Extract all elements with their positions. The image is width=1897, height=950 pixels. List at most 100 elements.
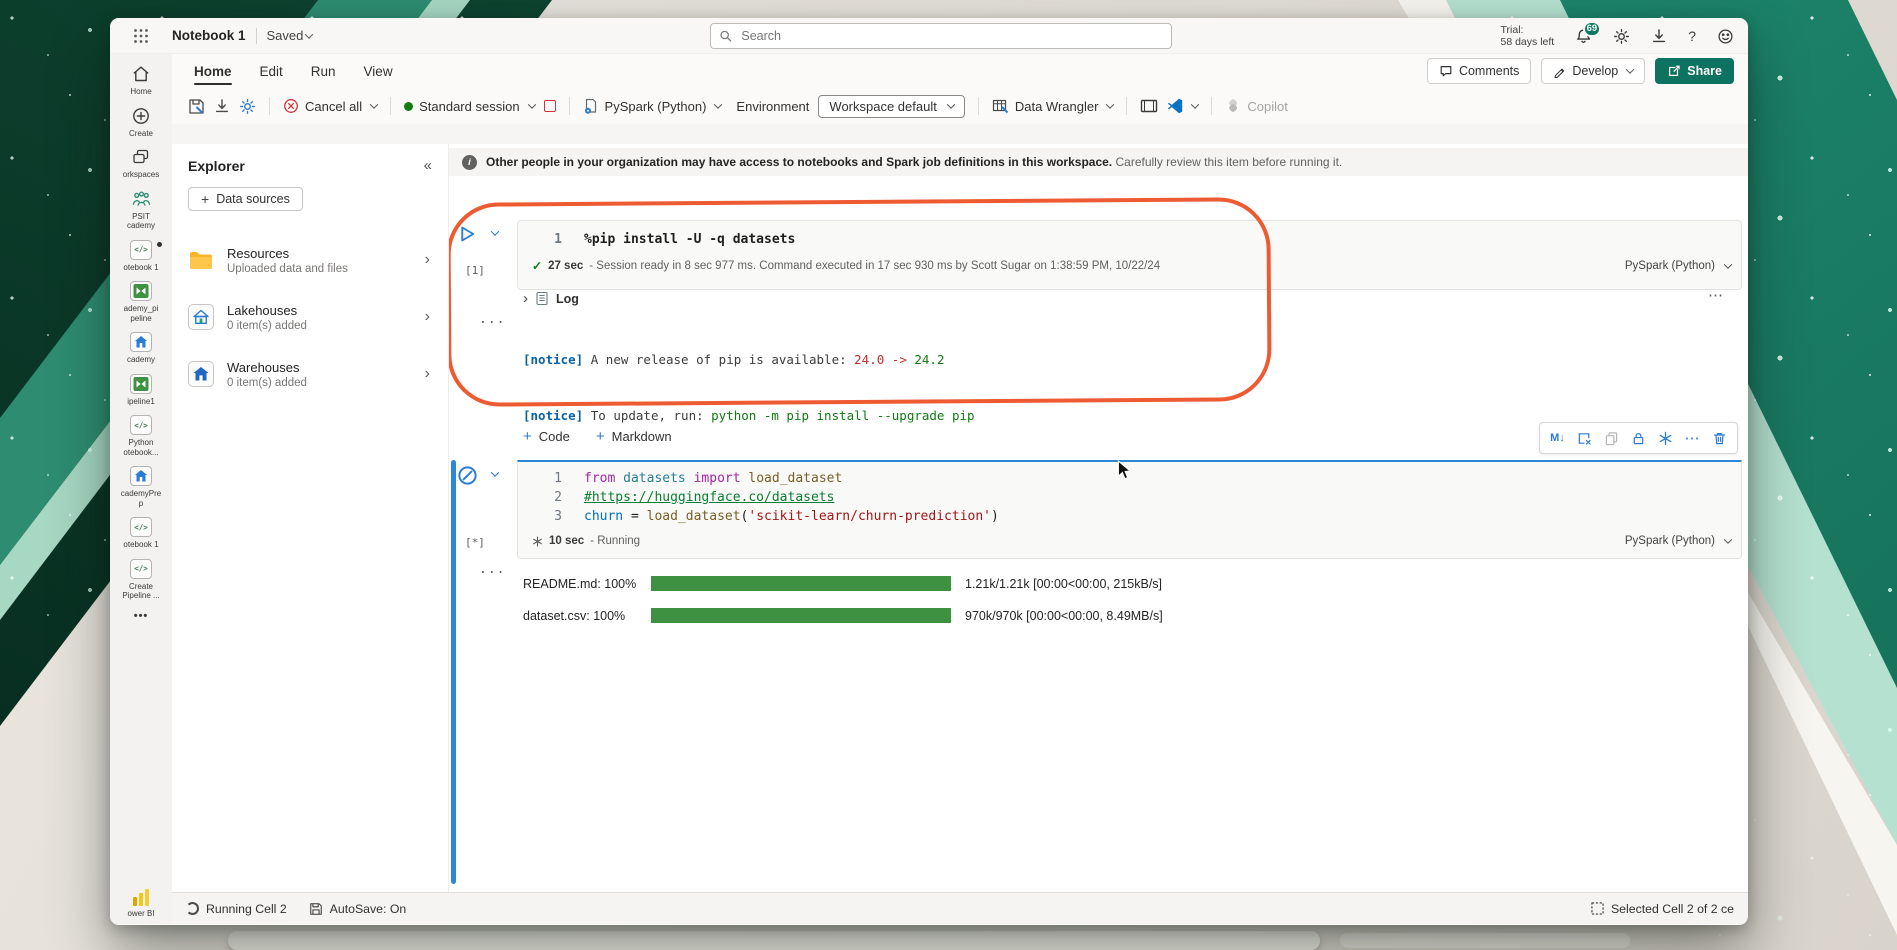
search-input[interactable] — [739, 28, 1163, 44]
clear-outputs-button[interactable] — [1571, 425, 1598, 451]
notebook-settings-button[interactable] — [239, 98, 256, 115]
comments-button[interactable]: Comments — [1427, 58, 1531, 84]
rail-item-psit-academy[interactable]: PSIT cademy — [110, 189, 172, 231]
gutter-more-button[interactable]: ... — [479, 312, 505, 327]
rail-item-academy-lakehouse[interactable]: cademy — [110, 332, 172, 365]
run-cell-button[interactable] — [457, 224, 477, 244]
success-check-icon: ✓ — [532, 259, 542, 273]
environment-label[interactable]: Environment — [736, 99, 809, 114]
copilot-button[interactable]: Copilot — [1225, 98, 1287, 114]
help-button[interactable]: ? — [1688, 28, 1696, 44]
trial-info: Trial: 58 days left — [1501, 24, 1555, 48]
cell-collapse-chevron[interactable] — [491, 468, 499, 476]
freeze-snowflake-icon — [1658, 431, 1673, 446]
chevron-right-icon[interactable]: › — [425, 365, 430, 383]
cancel-all-button[interactable]: Cancel all — [283, 98, 377, 114]
rail-item-academy-pipeline[interactable]: ademy_pi peline — [110, 281, 172, 323]
cell1-code: %pip install -U -q datasets — [584, 230, 795, 249]
rail-item-power-bi[interactable]: ower BI — [110, 889, 172, 919]
chevron-down-icon — [370, 100, 378, 108]
workspace-dropdown[interactable]: Workspace default — [818, 95, 964, 118]
save-notebook-button[interactable] — [188, 98, 205, 115]
waffle-menu[interactable] — [110, 28, 172, 44]
export-button[interactable] — [214, 98, 230, 114]
rail-item-pipeline1[interactable]: ipeline1 — [110, 374, 172, 407]
convert-to-markdown-button[interactable]: M↓ — [1544, 425, 1571, 451]
lock-cell-button[interactable] — [1625, 425, 1652, 451]
toolbar-gap — [172, 124, 1748, 144]
rail-more-button[interactable]: ••• — [110, 610, 172, 622]
cell-collapse-chevron[interactable] — [491, 227, 499, 235]
notebook-icon: </> — [130, 415, 152, 435]
freeze-cell-button[interactable] — [1652, 425, 1679, 451]
cell-more-button[interactable]: ⋯ — [1679, 425, 1706, 451]
title-divider — [256, 28, 257, 44]
rail-item-workspaces[interactable]: orkspaces — [110, 147, 172, 180]
stop-session-button[interactable] — [544, 100, 556, 112]
autosave-status[interactable]: AutoSave: On — [309, 902, 407, 916]
add-code-button[interactable]: + Code — [523, 428, 570, 445]
tab-home[interactable]: Home — [194, 54, 232, 88]
add-markdown-button[interactable]: + Markdown — [596, 428, 672, 445]
notebook-icon: </> — [130, 517, 152, 537]
chevron-right-icon: › — [523, 290, 528, 307]
search-box[interactable] — [710, 23, 1172, 49]
feedback-icon[interactable] — [1717, 28, 1734, 45]
rail-item-python-notebook[interactable]: </> Python otebook... — [110, 415, 172, 457]
rail-item-academyprep-lakehouse[interactable]: cademyPre p — [110, 466, 172, 508]
collapse-panel-icon[interactable]: « — [424, 157, 432, 174]
plus-icon: + — [523, 428, 532, 445]
pencil-icon — [1553, 65, 1566, 78]
tab-edit[interactable]: Edit — [260, 54, 283, 88]
home-icon — [131, 64, 151, 84]
waffle-icon — [133, 28, 149, 44]
status-bar: Running Cell 2 AutoSave: On Selected Cel… — [172, 892, 1748, 924]
warehouse-icon — [188, 361, 214, 387]
download-icon[interactable] — [1651, 28, 1667, 44]
share-icon — [1667, 64, 1681, 78]
cell2-code-line2: #https://huggingface.co/datasets — [584, 488, 834, 507]
session-status-dropdown[interactable]: Standard session — [404, 99, 534, 114]
gutter-more-button[interactable]: ... — [479, 562, 505, 577]
log-toggle[interactable]: › Log — [523, 290, 579, 307]
copy-cell-button[interactable] — [1598, 425, 1625, 451]
rail-item-notebook-1[interactable]: </> otebook 1 — [110, 240, 172, 273]
add-data-sources-button[interactable]: + Data sources — [188, 187, 303, 211]
rail-item-create[interactable]: Create — [110, 106, 172, 139]
share-button[interactable]: Share — [1655, 58, 1734, 84]
vscode-button[interactable] — [1167, 98, 1198, 114]
rail-item-notebook-1b[interactable]: </> otebook 1 — [110, 517, 172, 550]
chevron-down-icon — [1724, 535, 1732, 543]
divider — [1126, 97, 1127, 115]
explorer-item-lakehouses[interactable]: Lakehouses 0 item(s) added › — [188, 292, 432, 342]
chevron-right-icon[interactable]: › — [425, 251, 430, 269]
code-cell-1[interactable]: 1 %pip install -U -q datasets ✓ 27 sec -… — [517, 220, 1742, 290]
cell-kernel-dropdown[interactable]: PySpark (Python) — [1625, 535, 1731, 547]
develop-button[interactable]: Develop — [1541, 58, 1645, 84]
selection-box-icon — [1591, 902, 1604, 915]
desk-reflection-2 — [1340, 933, 1630, 948]
trash-icon — [1712, 431, 1727, 446]
chevron-right-icon[interactable]: › — [425, 308, 430, 326]
save-status-dropdown[interactable]: Saved — [267, 28, 313, 43]
rail-item-create-pipeline[interactable]: </> Create Pipeline ... — [110, 559, 172, 601]
settings-gear-icon[interactable] — [1613, 28, 1630, 45]
copy-icon — [1604, 431, 1619, 446]
selection-status: Selected Cell 2 of 2 ce — [1591, 902, 1734, 916]
cancel-run-button[interactable] — [457, 465, 478, 486]
output-more-button[interactable]: ⋯ — [1708, 286, 1724, 304]
cell-kernel-dropdown[interactable]: PySpark (Python) — [1625, 260, 1731, 272]
tab-run[interactable]: Run — [311, 54, 336, 88]
frame-view-button[interactable] — [1140, 99, 1158, 113]
session-active-dot — [404, 102, 413, 111]
rail-item-home[interactable]: Home — [110, 64, 172, 97]
notification-badge: 69 — [1583, 21, 1602, 37]
tab-view[interactable]: View — [364, 54, 393, 88]
data-wrangler-button[interactable]: Data Wrangler — [992, 98, 1114, 114]
language-dropdown[interactable]: PySpark (Python) — [583, 98, 722, 115]
chevron-down-icon — [305, 30, 313, 38]
delete-cell-button[interactable] — [1706, 425, 1733, 451]
explorer-item-resources[interactable]: Resources Uploaded data and files › — [188, 235, 432, 285]
explorer-item-warehouses[interactable]: Warehouses 0 item(s) added › — [188, 349, 432, 399]
notifications-button[interactable]: 69 — [1575, 28, 1592, 45]
